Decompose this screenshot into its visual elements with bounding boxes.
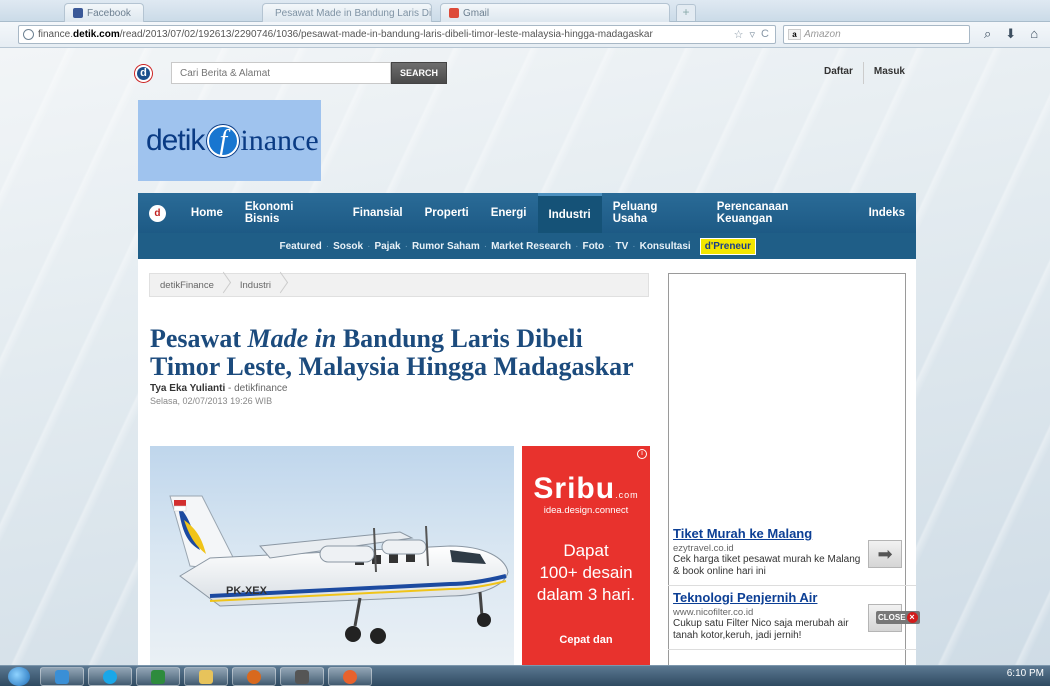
subnav-rumor-saham[interactable]: Rumor Saham bbox=[408, 241, 484, 252]
facebook-icon bbox=[73, 8, 83, 18]
tab-gmail[interactable]: Gmail bbox=[440, 3, 670, 22]
subnav-foto[interactable]: Foto bbox=[578, 241, 608, 252]
arrow-right-icon[interactable]: ➡ bbox=[868, 540, 902, 568]
search-engine-label: Amazon bbox=[804, 29, 841, 40]
nav-industri[interactable]: Industri bbox=[537, 193, 602, 233]
reload-icon[interactable]: C bbox=[761, 28, 769, 41]
subnav-market-research[interactable]: Market Research bbox=[487, 241, 575, 252]
text-ad-item[interactable]: Tiket Murah ke Malang ezytravel.co.id Ce… bbox=[668, 522, 916, 586]
home-icon[interactable]: ⌂ bbox=[1030, 26, 1038, 42]
subnav-tv[interactable]: TV bbox=[611, 241, 632, 252]
svg-text:PK-XEX: PK-XEX bbox=[226, 585, 268, 597]
subnav-konsultasi[interactable]: Konsultasi bbox=[636, 241, 695, 252]
sub-navigation: Featured · Sosok · Pajak · Rumor Saham · Mar… bbox=[138, 233, 916, 259]
gmail-icon bbox=[449, 8, 459, 18]
bookmark-star-icon[interactable]: ☆ bbox=[734, 28, 744, 41]
search-icon[interactable]: ⌕ bbox=[984, 26, 991, 42]
subnav-pajak[interactable]: Pajak bbox=[370, 241, 404, 252]
nav-indeks[interactable]: Indeks bbox=[858, 193, 916, 233]
breadcrumb-industri[interactable]: Industri bbox=[230, 280, 287, 291]
taskbar-media-icon[interactable] bbox=[232, 667, 276, 686]
main-navigation: d Home Ekonomi Bisnis Finansial Properti… bbox=[138, 193, 916, 233]
close-icon: × bbox=[906, 612, 918, 623]
text-ad-title[interactable]: Tiket Murah ke Malang bbox=[673, 526, 911, 541]
taskbar-skype-icon[interactable] bbox=[88, 667, 132, 686]
taskbar-explorer-icon[interactable] bbox=[184, 667, 228, 686]
nav-home[interactable]: Home bbox=[180, 193, 234, 233]
url-text[interactable]: finance.detik.com/read/2013/07/02/192613… bbox=[38, 29, 734, 40]
article-author: Tya Eka Yulianti - detikfinance bbox=[150, 383, 288, 394]
subnav-dpreneur-badge[interactable]: d'Preneur bbox=[699, 237, 756, 255]
nav-properti[interactable]: Properti bbox=[414, 193, 480, 233]
amazon-icon: a bbox=[788, 29, 801, 40]
article-date: Selasa, 02/07/2013 19:26 WIB bbox=[150, 396, 273, 406]
sribu-tagline: idea.design.connect bbox=[543, 505, 629, 516]
login-link[interactable]: Masuk bbox=[862, 62, 915, 84]
sribu-ad-banner[interactable]: i Sribu.com idea.design.connect Dapat 10… bbox=[522, 446, 650, 665]
text-ad-title[interactable]: Teknologi Penjernih Air bbox=[673, 590, 911, 605]
nav-ekonomi-bisnis[interactable]: Ekonomi Bisnis bbox=[234, 193, 342, 233]
close-ad-button[interactable]: CLOSE × bbox=[876, 611, 920, 624]
taskbar-firefox-icon[interactable] bbox=[328, 667, 372, 686]
browser-toolbar-icons: ⌕ ⬇ ⌂ bbox=[984, 26, 1038, 42]
nav-energi[interactable]: Energi bbox=[480, 193, 538, 233]
web-page: d SEARCH Daftar Masuk detik f inance d H… bbox=[0, 48, 1050, 665]
taskbar-excel-icon[interactable] bbox=[136, 667, 180, 686]
url-tools: ☆ ▿ C bbox=[734, 28, 775, 41]
tab-facebook[interactable]: Facebook bbox=[64, 3, 144, 22]
browser-tab-bar: Facebook Pesawat Made in Bandung Laris D… bbox=[0, 0, 1050, 22]
text-ad-desc: Cukup satu Filter Nico saja merubah air … bbox=[673, 618, 849, 641]
text-ads: Tiket Murah ke Malang ezytravel.co.id Ce… bbox=[668, 522, 916, 650]
url-bar[interactable]: finance.detik.com/read/2013/07/02/192613… bbox=[18, 25, 776, 44]
browser-nav-bar: finance.detik.com/read/2013/07/02/192613… bbox=[0, 22, 1050, 48]
taskbar-ie-icon[interactable] bbox=[40, 667, 84, 686]
detik-home-icon[interactable]: d bbox=[149, 204, 166, 222]
finance-f-icon: f bbox=[207, 124, 240, 157]
nav-perencanaan-keuangan[interactable]: Perencanaan Keuangan bbox=[706, 193, 858, 233]
tab-article[interactable]: Pesawat Made in Bandung Laris Dibel... × bbox=[262, 3, 432, 22]
os-taskbar: 6:10 PM bbox=[0, 665, 1050, 686]
download-icon[interactable]: ⬇ bbox=[1005, 26, 1016, 42]
detikfinance-logo[interactable]: detik f inance bbox=[138, 100, 321, 181]
airplane-image: PK-XEX bbox=[169, 495, 509, 644]
account-links: Daftar Masuk bbox=[814, 62, 915, 84]
breadcrumb: detikFinance Industri bbox=[149, 273, 649, 297]
new-tab-button[interactable]: + bbox=[676, 4, 696, 21]
detik-logo-icon[interactable]: d bbox=[135, 64, 152, 82]
history-dropdown-icon[interactable]: ▿ bbox=[750, 28, 756, 41]
subnav-sosok[interactable]: Sosok bbox=[329, 241, 367, 252]
article-photo[interactable]: PK-XEX bbox=[150, 446, 514, 665]
start-button-icon[interactable] bbox=[8, 667, 30, 686]
site-search-input[interactable] bbox=[171, 62, 391, 84]
site-top-strip: d SEARCH Daftar Masuk bbox=[135, 60, 915, 86]
register-link[interactable]: Daftar bbox=[814, 62, 863, 84]
subnav-featured[interactable]: Featured bbox=[276, 241, 326, 252]
sribu-logo: Sribu.com bbox=[533, 472, 639, 505]
article-headline: Pesawat Made in Bandung Laris Dibeli Tim… bbox=[150, 324, 634, 381]
ad-info-icon[interactable]: i bbox=[637, 449, 647, 459]
taskbar-clock: 6:10 PM bbox=[1006, 668, 1044, 679]
text-ad-desc: Cek harga tiket pesawat murah ke Malang … bbox=[673, 554, 861, 577]
sribu-copy: Dapat 100+ desain dalam 3 hari. bbox=[536, 541, 636, 604]
nav-finansial[interactable]: Finansial bbox=[342, 193, 414, 233]
globe-icon bbox=[23, 29, 34, 40]
sribu-cta: Cepat dan bbox=[559, 634, 613, 646]
taskbar-app-icon[interactable] bbox=[280, 667, 324, 686]
site-search-button[interactable]: SEARCH bbox=[391, 62, 447, 84]
browser-search-bar[interactable]: a Amazon bbox=[783, 25, 970, 44]
nav-peluang-usaha[interactable]: Peluang Usaha bbox=[602, 193, 706, 233]
breadcrumb-detikfinance[interactable]: detikFinance bbox=[150, 280, 230, 291]
